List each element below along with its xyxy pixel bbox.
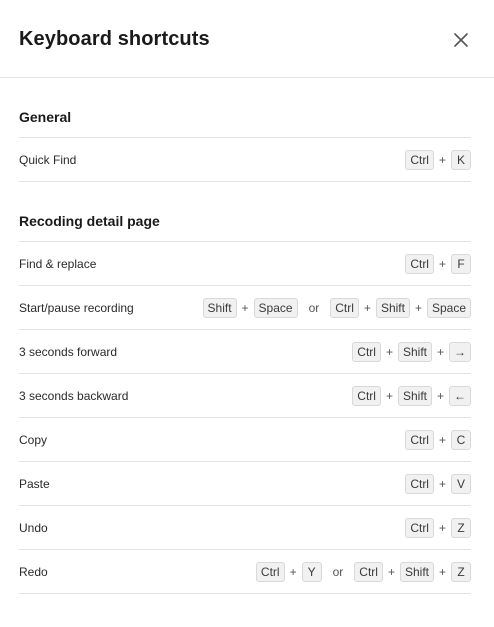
- key-cap: Space: [253, 297, 298, 318]
- shortcut-label: 3 seconds forward: [19, 344, 118, 359]
- plus-separator: +: [387, 564, 395, 579]
- shortcut-row: Copy Ctrl + C: [19, 418, 471, 462]
- key-cap: Ctrl: [352, 341, 381, 362]
- shortcut-label: Redo: [19, 564, 48, 579]
- key-cap: Ctrl: [405, 429, 434, 450]
- key-cap: Shift: [397, 341, 432, 362]
- or-separator: or: [332, 564, 344, 579]
- close-button[interactable]: [447, 26, 475, 54]
- shortcut-row: Redo Ctrl + Yor Ctrl + Shift + Z: [19, 550, 471, 594]
- shortcut-label: 3 seconds backward: [19, 388, 129, 403]
- key-cap: Ctrl: [405, 473, 434, 494]
- shortcut-row: 3 seconds forward Ctrl + Shift + →: [19, 330, 471, 374]
- key-cap: Ctrl: [354, 561, 383, 582]
- plus-separator: +: [385, 344, 393, 359]
- key-cap: Space: [426, 297, 471, 318]
- shortcut-keys: Ctrl + Yor Ctrl + Shift + Z: [255, 561, 471, 582]
- key-cap: K: [451, 149, 471, 170]
- key-cap: Ctrl: [352, 385, 381, 406]
- key-cap: F: [451, 253, 471, 274]
- shortcut-row: 3 seconds backward Ctrl + Shift + ←: [19, 374, 471, 418]
- key-cap: Shift: [202, 297, 237, 318]
- shortcut-keys: Ctrl + F: [405, 253, 471, 274]
- plus-separator: +: [436, 344, 444, 359]
- dialog-header: Keyboard shortcuts: [0, 0, 494, 78]
- shortcut-keys: Shift + Space or Ctrl + Shift + Space: [202, 297, 471, 318]
- key-cap: Shift: [399, 561, 434, 582]
- shortcut-row: Paste Ctrl + V: [19, 462, 471, 506]
- shortcut-label: Undo: [19, 520, 48, 535]
- shortcuts-list: General Quick Find Ctrl + K Recoding detail p…: [0, 78, 494, 594]
- plus-separator: +: [438, 152, 446, 167]
- shortcut-row: Start/pause recording Shift + Space or Ctrl + S…: [19, 286, 471, 330]
- plus-separator: +: [414, 300, 422, 315]
- shortcut-keys: Ctrl + C: [405, 429, 471, 450]
- key-cap: V: [451, 473, 471, 494]
- key-cap: Z: [451, 517, 471, 538]
- key-cap: Ctrl: [405, 253, 434, 274]
- plus-separator: +: [241, 300, 249, 315]
- shortcut-keys: Ctrl + Z: [405, 517, 471, 538]
- shortcut-label: Copy: [19, 432, 48, 447]
- shortcut-label: Find & replace: [19, 256, 97, 271]
- key-cap: Shift: [375, 297, 410, 318]
- plus-separator: +: [363, 300, 371, 315]
- key-cap: Ctrl: [330, 297, 359, 318]
- section-title: Recoding detail page: [19, 182, 471, 242]
- plus-separator: +: [289, 564, 297, 579]
- key-cap: Ctrl: [255, 561, 285, 582]
- shortcut-row: Find & replace Ctrl + F: [19, 242, 471, 286]
- shortcut-label: Start/pause recording: [19, 300, 134, 315]
- plus-separator: +: [438, 432, 446, 447]
- section-title: General: [19, 78, 471, 138]
- key-cap: ←: [449, 385, 471, 406]
- plus-separator: +: [438, 520, 446, 535]
- close-icon: [454, 33, 468, 47]
- shortcut-keys: Ctrl + V: [405, 473, 471, 494]
- shortcut-label: Paste: [19, 476, 50, 491]
- key-cap: →: [449, 341, 471, 362]
- plus-separator: +: [385, 388, 393, 403]
- key-cap: Z: [451, 561, 471, 582]
- shortcut-keys: Ctrl + K: [405, 149, 471, 170]
- key-cap: Ctrl: [405, 517, 434, 538]
- shortcut-keys: Ctrl + Shift + ←: [352, 385, 471, 406]
- keyboard-shortcuts-dialog: Keyboard shortcuts General Quick Find Ctrl…: [0, 0, 494, 627]
- key-cap: C: [451, 429, 471, 450]
- shortcut-keys: Ctrl + Shift + →: [352, 341, 471, 362]
- key-cap: Shift: [397, 385, 432, 406]
- or-separator: or: [308, 300, 320, 315]
- shortcut-row: Quick Find Ctrl + K: [19, 138, 471, 182]
- plus-separator: +: [438, 564, 446, 579]
- shortcut-row: Undo Ctrl + Z: [19, 506, 471, 550]
- dialog-title: Keyboard shortcuts: [19, 28, 210, 50]
- key-cap: Y: [301, 561, 322, 582]
- plus-separator: +: [438, 476, 446, 491]
- key-cap: Ctrl: [405, 149, 434, 170]
- shortcut-label: Quick Find: [19, 152, 77, 167]
- plus-separator: +: [438, 256, 446, 271]
- plus-separator: +: [436, 388, 444, 403]
